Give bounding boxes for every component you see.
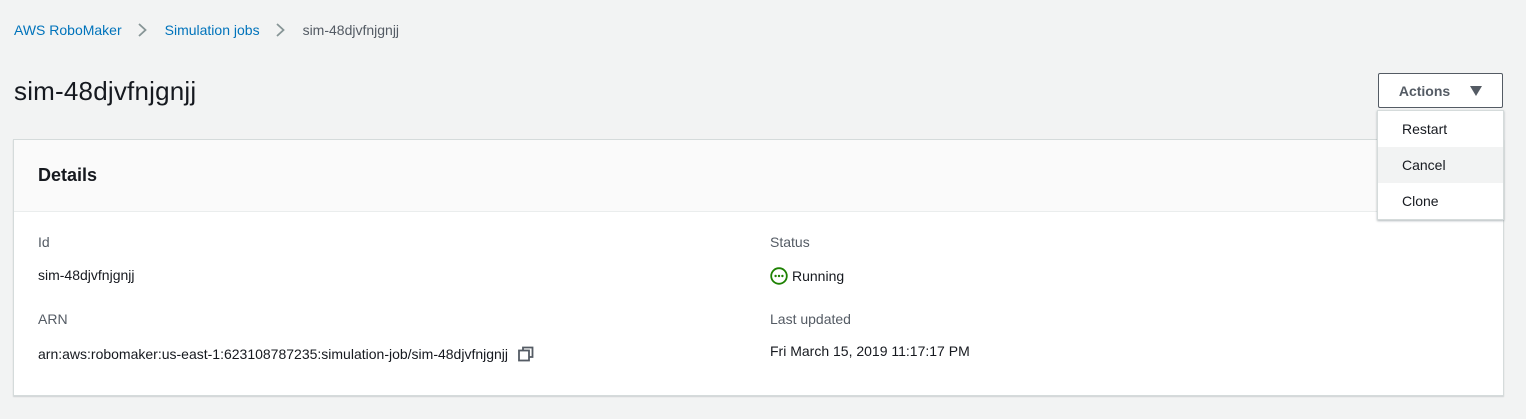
details-panel: Details Id sim-48djvfnjgnjj ARN arn:aws:… [13,139,1504,396]
menu-item-restart[interactable]: Restart [1378,111,1503,147]
ellipsis-circle-icon [770,267,788,285]
breadcrumb-simulation-jobs-link[interactable]: Simulation jobs [165,22,260,38]
actions-dropdown-menu: Restart Cancel Clone [1377,110,1504,220]
status-value: Running [792,268,845,284]
breadcrumb: AWS RoboMaker Simulation jobs sim-48djvf… [14,22,399,38]
id-value: sim-48djvfnjgnjj [38,267,135,283]
actions-button-label: Actions [1398,82,1451,99]
details-heading: Details [38,165,98,185]
actions-button[interactable]: Actions [1378,73,1503,108]
arn-value-row: arn:aws:robomaker:us-east-1:623108787235… [38,346,534,362]
details-panel-header: Details [14,140,1503,212]
last-updated-value: Fri March 15, 2019 11:17:17 PM [770,343,970,359]
caret-down-icon [1470,85,1483,96]
breadcrumb-robomaker-link[interactable]: AWS RoboMaker [14,22,122,38]
last-updated-label: Last updated [770,311,851,327]
id-label: Id [38,234,50,250]
status-label: Status [770,234,810,250]
arn-field: ARN arn:aws:robomaker:us-east-1:62310878… [38,311,534,362]
status-field: Status Running [770,234,844,285]
copy-icon[interactable] [518,346,534,362]
arn-label: ARN [38,311,68,327]
breadcrumb-current: sim-48djvfnjgnjj [302,22,400,38]
status-value-row: Running [770,267,844,285]
chevron-right-icon [275,23,285,37]
menu-item-cancel[interactable]: Cancel [1378,147,1503,183]
chevron-right-icon [138,23,147,37]
arn-value: arn:aws:robomaker:us-east-1:623108787235… [38,346,509,362]
last-updated-field: Last updated Fri March 15, 2019 11:17:17… [770,311,970,359]
menu-item-clone[interactable]: Clone [1378,183,1503,219]
page-title: sim-48djvfnjgnjj [14,76,197,106]
id-field: Id sim-48djvfnjgnjj [38,234,134,283]
